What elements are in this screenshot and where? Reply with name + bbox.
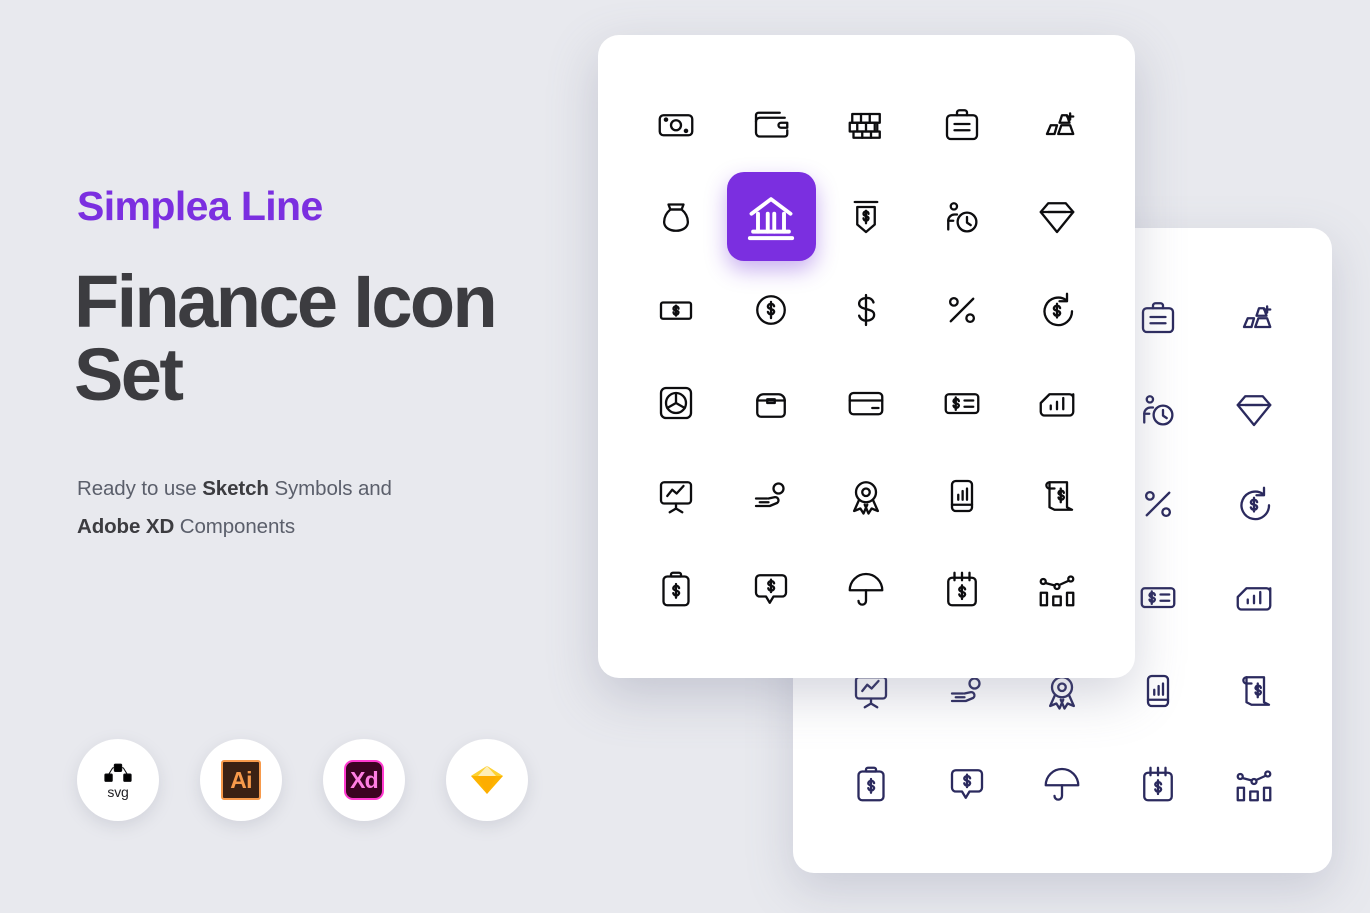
badge-xd[interactable]: Xd <box>323 739 405 821</box>
icon-cell[interactable] <box>1206 551 1302 645</box>
components-label: Components <box>174 514 295 538</box>
icon-cell[interactable] <box>1010 170 1105 263</box>
icon-cell[interactable] <box>1010 543 1105 636</box>
icon-cell[interactable] <box>1206 457 1302 551</box>
hero-panel: Simplea Line Finance Icon Set Ready to u… <box>74 0 547 913</box>
icon-cell[interactable] <box>914 263 1009 356</box>
eyebrow-label: Simplea Line <box>77 183 323 229</box>
icon-cell[interactable] <box>919 738 1015 832</box>
badge-svg[interactable]: svg <box>77 739 159 821</box>
badge-illustrator[interactable]: Ai <box>200 739 282 821</box>
subtitle: Ready to use Sketch Symbols and Adobe XD… <box>77 470 507 546</box>
icon-cell[interactable] <box>914 356 1009 449</box>
icon-cell[interactable] <box>819 356 914 449</box>
sketch-diamond-icon <box>471 766 503 794</box>
icon-cell[interactable] <box>914 77 1009 170</box>
icon-cell[interactable] <box>1010 356 1105 449</box>
icon-cell[interactable] <box>819 170 914 263</box>
icon-cell[interactable] <box>1206 738 1302 832</box>
adobe-xd-label: Adobe XD <box>77 514 175 538</box>
icon-cell-selected-bank[interactable] <box>723 170 818 263</box>
icon-cell[interactable] <box>628 356 723 449</box>
format-badges: svg Ai Xd <box>77 739 528 821</box>
icon-cell[interactable] <box>819 450 914 543</box>
icon-card-front <box>598 35 1135 678</box>
icon-cell[interactable] <box>819 543 914 636</box>
sketch-label: Sketch <box>202 477 269 500</box>
icon-cell[interactable] <box>819 263 914 356</box>
icon-cell[interactable] <box>628 263 723 356</box>
icon-cell[interactable] <box>914 450 1009 543</box>
icon-cell[interactable] <box>819 77 914 170</box>
bezier-path-icon: svg <box>101 762 135 799</box>
icon-cell[interactable] <box>723 450 818 543</box>
icon-cell[interactable] <box>1015 738 1111 832</box>
subtitle-line-2: Adobe XD Components <box>77 508 507 546</box>
icon-cell[interactable] <box>628 543 723 636</box>
icon-cell[interactable] <box>1010 263 1105 356</box>
icon-cell[interactable] <box>914 543 1009 636</box>
subtitle-suffix: Symbols and <box>268 477 392 500</box>
icon-cell[interactable] <box>723 77 818 170</box>
icon-cell[interactable] <box>1206 644 1302 738</box>
icon-cell[interactable] <box>823 738 919 832</box>
icon-cell[interactable] <box>1206 364 1302 458</box>
badge-svg-label: svg <box>107 783 129 800</box>
subtitle-prefix: Ready to use <box>77 477 203 500</box>
icon-cell[interactable] <box>914 170 1009 263</box>
subtitle-line-1: Ready to use Sketch Symbols and <box>77 470 507 508</box>
badge-sketch[interactable] <box>446 739 528 821</box>
icon-cell[interactable] <box>1206 270 1302 364</box>
icon-cell[interactable] <box>1010 450 1105 543</box>
icon-cell[interactable] <box>628 170 723 263</box>
icon-cell[interactable] <box>628 77 723 170</box>
adobe-xd-icon: Xd <box>344 760 384 800</box>
icon-cell[interactable] <box>723 543 818 636</box>
icon-cell[interactable] <box>1110 738 1206 832</box>
icon-cell[interactable] <box>723 263 818 356</box>
icon-grid-front <box>598 35 1135 678</box>
icon-cell[interactable] <box>628 450 723 543</box>
adobe-illustrator-icon: Ai <box>221 760 261 800</box>
icon-cell[interactable] <box>1010 77 1105 170</box>
page-title: Finance Icon Set <box>74 260 498 417</box>
icon-cell[interactable] <box>723 356 818 449</box>
